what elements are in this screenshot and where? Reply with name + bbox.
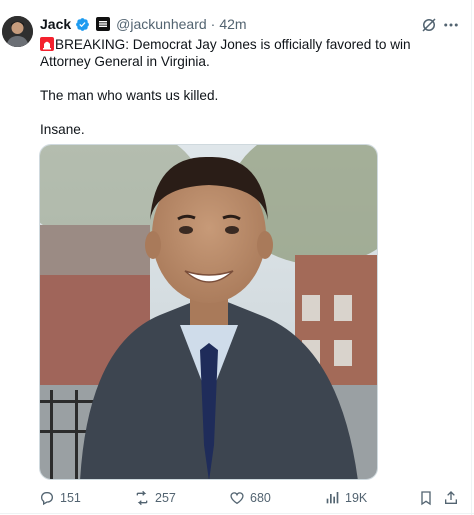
like-icon (230, 492, 244, 505)
tweet-divider (0, 513, 474, 514)
tweet-line-1-text: BREAKING: Democrat Jay Jones is official… (40, 37, 411, 69)
tweet-text: BREAKING: Democrat Jay Jones is official… (40, 36, 460, 138)
tweet-photo[interactable] (39, 144, 378, 480)
verified-icon (75, 17, 90, 32)
views-icon (326, 492, 339, 504)
tweet-line-3: Insane. (40, 122, 85, 137)
share-button[interactable] (443, 490, 464, 506)
separator: · (210, 16, 216, 32)
timeline-border (471, 0, 472, 515)
repost-count: 257 (155, 491, 176, 505)
share-icon (445, 491, 457, 504)
avatar[interactable] (2, 16, 33, 47)
reply-icon (41, 492, 53, 506)
more-icon[interactable] (442, 16, 460, 34)
bookmark-button[interactable] (418, 490, 439, 506)
tweet-actions: 151 257 680 19K (0, 490, 474, 510)
like-button[interactable]: 680 (229, 490, 271, 506)
view-count: 19K (345, 491, 368, 505)
tweet-line-2: The man who wants us killed. (40, 88, 219, 103)
bookmark-icon (421, 491, 431, 506)
timestamp[interactable]: 42m (219, 16, 246, 32)
reply-count: 151 (60, 491, 81, 505)
author-handle[interactable]: @jackunheard (116, 16, 207, 32)
grok-icon[interactable] (420, 16, 438, 34)
repost-button[interactable]: 257 (134, 490, 176, 506)
tweet-line-1: BREAKING: Democrat Jay Jones is official… (40, 36, 460, 70)
repost-icon (136, 490, 148, 506)
tweet-header: Jack @jackunheard · 42m (40, 14, 247, 34)
author-name[interactable]: Jack (40, 16, 71, 32)
siren-icon (40, 37, 54, 51)
views-button[interactable]: 19K (324, 490, 367, 506)
like-count: 680 (250, 491, 271, 505)
reply-button[interactable]: 151 (39, 490, 81, 506)
org-badge-icon (96, 17, 111, 31)
